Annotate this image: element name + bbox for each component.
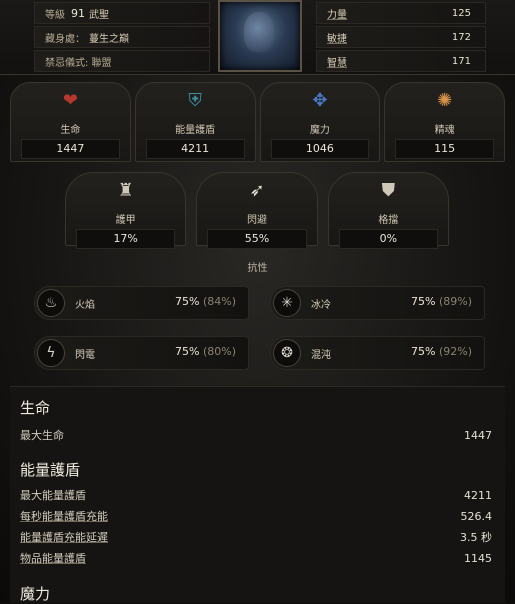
stat-card-energy-shield[interactable]: ⛨ 能量護盾 4211 <box>134 82 256 162</box>
stat-label: 精魂 <box>434 125 455 136</box>
resistance-fire[interactable]: ♨ 火焰 75% (84%) <box>34 286 249 320</box>
defense-stats: ♜ 護甲 17% ➶ 閃避 55% ⛊ 格擋 0% <box>65 172 449 249</box>
stat-card-armour[interactable]: ♜ 護甲 17% <box>65 172 187 249</box>
character-portrait <box>218 0 302 72</box>
detail-value: 526.4 <box>460 509 493 523</box>
resistance-name: 閃電 <box>75 350 95 361</box>
stat-value: 115 <box>395 139 494 159</box>
detail-key: 能量護盾充能延遲 <box>20 531 108 544</box>
resistance-name: 混沌 <box>311 350 331 361</box>
detail-row[interactable]: 每秒能量護盾充能 526.4 <box>20 506 492 526</box>
section-title-energy-shield: 能量護盾 <box>20 461 81 479</box>
resistance-cold[interactable]: ✳ 冰冷 75% (89%) <box>270 286 485 320</box>
stat-details: 生命 最大生命 1447 能量護盾 最大能量護盾 4211 每秒能量護盾充能 5… <box>10 386 505 603</box>
resistance-value: 75% (92%) <box>411 345 472 358</box>
detail-value: 4211 <box>464 488 492 502</box>
detail-value: 1145 <box>464 551 492 565</box>
resistance-value: 75% (84%) <box>175 295 236 308</box>
detail-row[interactable]: 能量護盾充能延遲 3.5 秒 <box>20 527 492 547</box>
resistance-max: (89%) <box>438 295 472 308</box>
hideout-row[interactable]: 藏身處： 蔓生之巔 <box>34 26 210 48</box>
attribute-name: 智慧 <box>327 57 347 69</box>
detail-key: 物品能量護盾 <box>20 552 86 565</box>
detail-value: 3.5 秒 <box>460 531 492 544</box>
attribute-intelligence[interactable]: 智慧 171 <box>316 50 486 72</box>
resistance-value: 75% (80%) <box>175 345 236 358</box>
section-title-life: 生命 <box>20 399 51 417</box>
stat-value: 4211 <box>145 139 245 159</box>
detail-row[interactable]: 最大能量護盾 4211 <box>20 485 492 505</box>
stat-value: 1447 <box>21 139 120 159</box>
hideout-name: 蔓生之巔 <box>89 33 129 45</box>
block-icon: ⛊ <box>381 180 396 201</box>
attributes: 力量 125 敏捷 172 智慧 171 <box>316 0 486 72</box>
class-name: 武聖 <box>89 9 109 21</box>
mana-icon: ✥ <box>312 90 328 111</box>
stat-card-life[interactable]: ❤ 生命 1447 <box>10 82 131 162</box>
resistance-chaos[interactable]: ❂ 混沌 75% (92%) <box>270 336 485 370</box>
stat-value: 17% <box>76 229 176 249</box>
attribute-strength[interactable]: 力量 125 <box>316 2 486 24</box>
chaos-icon: ❂ <box>273 339 301 367</box>
resistances-title: 抗性 <box>247 263 268 274</box>
resistance-current: 75% <box>175 295 200 308</box>
detail-row[interactable]: 物品能量護盾 1145 <box>20 548 492 568</box>
spirit-icon: ✺ <box>437 90 453 111</box>
detail-key: 最大能量護盾 <box>20 489 86 502</box>
resistance-name: 火焰 <box>75 300 95 311</box>
attribute-value: 171 <box>451 55 471 67</box>
character-panel: 等級 91 武聖 藏身處： 蔓生之巔 禁忌儀式: 聯盟 力量 125 敏捷 17… <box>0 0 515 603</box>
resistance-max: (84%) <box>202 295 236 308</box>
resistance-value: 75% (89%) <box>411 295 472 308</box>
attribute-name: 力量 <box>327 9 347 21</box>
section-title-mana: 魔力 <box>20 585 51 603</box>
attribute-value: 172 <box>451 31 471 43</box>
attribute-dexterity[interactable]: 敏捷 172 <box>316 26 486 48</box>
stat-value: 0% <box>338 229 438 249</box>
stat-card-spirit[interactable]: ✺ 精魂 115 <box>384 82 505 162</box>
main-stats: ❤ 生命 1447 ⛨ 能量護盾 4211 ✥ 魔力 1046 ✺ 精魂 115 <box>10 82 505 162</box>
stat-value: 55% <box>207 229 307 249</box>
resistance-lightning[interactable]: ϟ 閃電 75% (80%) <box>34 336 249 370</box>
character-header: 等級 91 武聖 藏身處： 蔓生之巔 禁忌儀式: 聯盟 力量 125 敏捷 17… <box>0 0 515 75</box>
portrait-face <box>244 12 274 52</box>
detail-row[interactable]: 最大生命 1447 <box>20 425 492 445</box>
detail-value: 1447 <box>464 428 492 442</box>
stat-label: 能量護盾 <box>175 125 216 136</box>
resistance-current: 75% <box>411 345 436 358</box>
character-info: 等級 91 武聖 藏身處： 蔓生之巔 禁忌儀式: 聯盟 <box>34 0 210 72</box>
lightning-icon: ϟ <box>37 339 65 367</box>
hideout-label: 藏身處： <box>45 33 85 45</box>
stat-label: 生命 <box>60 125 81 136</box>
resistance-name: 冰冷 <box>311 300 331 311</box>
fire-icon: ♨ <box>37 289 65 317</box>
resistance-max: (80%) <box>202 345 236 358</box>
ritual-row: 禁忌儀式: 聯盟 <box>34 50 210 72</box>
shield-icon: ⛨ <box>188 90 202 111</box>
level-value: 91 <box>71 6 85 20</box>
resistance-current: 75% <box>411 295 436 308</box>
level-label: 等級 <box>45 9 65 21</box>
evasion-icon: ➶ <box>249 180 265 201</box>
stat-value: 1046 <box>270 139 370 159</box>
stat-label: 魔力 <box>309 125 330 136</box>
stat-card-mana[interactable]: ✥ 魔力 1046 <box>259 82 381 162</box>
ritual-label: 禁忌儀式: 聯盟 <box>45 57 112 69</box>
armour-icon: ♜ <box>117 180 134 201</box>
level-row: 等級 91 武聖 <box>34 2 210 24</box>
stat-label: 閃避 <box>246 215 267 226</box>
stat-card-evasion[interactable]: ➶ 閃避 55% <box>196 172 318 249</box>
stat-label: 護甲 <box>115 215 136 226</box>
resistance-max: (92%) <box>438 345 472 358</box>
detail-key: 最大生命 <box>20 429 64 442</box>
resistance-current: 75% <box>175 345 200 358</box>
detail-key: 每秒能量護盾充能 <box>20 510 108 523</box>
cold-icon: ✳ <box>273 289 301 317</box>
stat-card-block[interactable]: ⛊ 格擋 0% <box>327 172 449 249</box>
attribute-name: 敏捷 <box>327 33 347 45</box>
stat-label: 格擋 <box>378 215 399 226</box>
attribute-value: 125 <box>451 7 471 19</box>
heart-icon: ❤ <box>62 90 78 111</box>
